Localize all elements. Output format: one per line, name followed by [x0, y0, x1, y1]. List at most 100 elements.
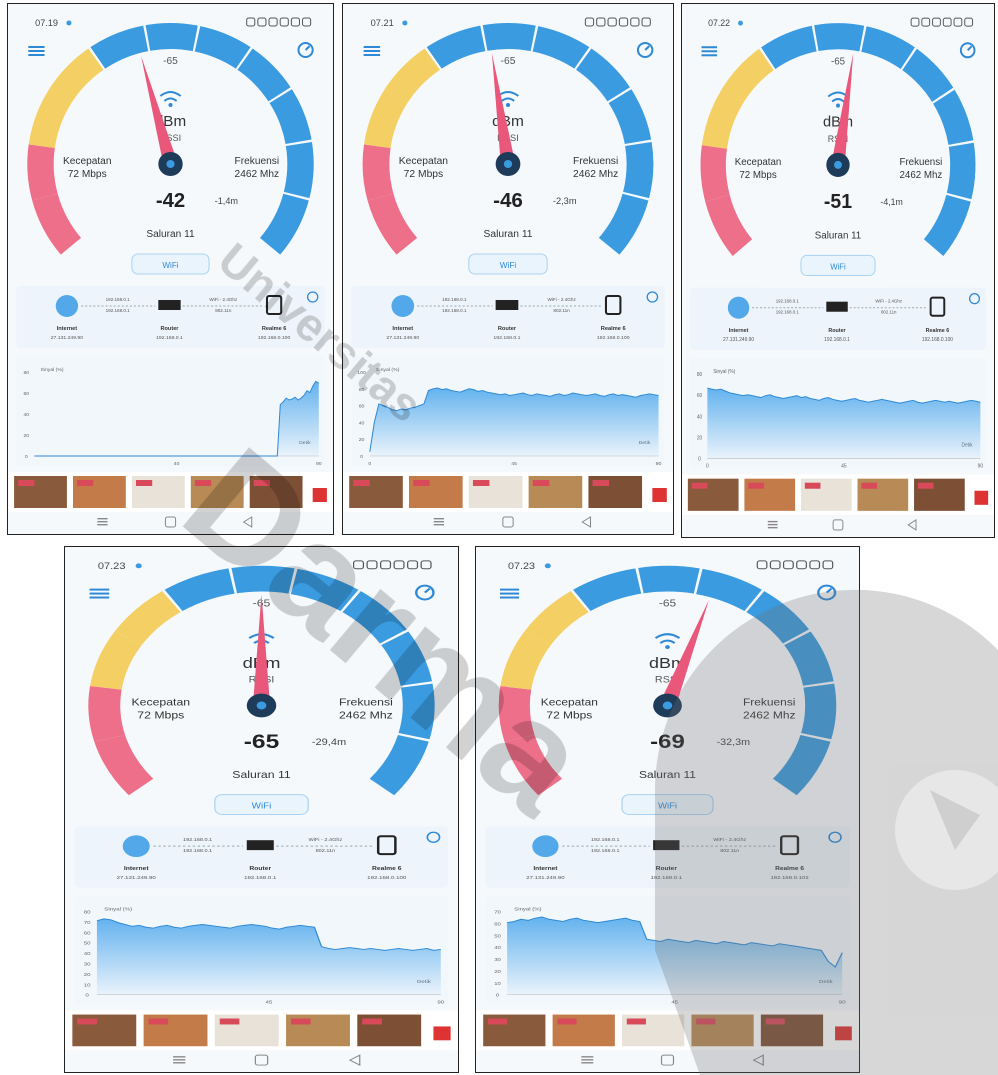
- wifi-button[interactable]: WiFi: [800, 254, 876, 277]
- chart-y-tick: 80: [23, 370, 29, 376]
- ad-shop-icon[interactable]: [974, 490, 989, 505]
- ad-thumbnail[interactable]: [409, 476, 463, 508]
- ad-thumbnail[interactable]: [14, 476, 67, 508]
- ad-shop-icon[interactable]: [835, 1026, 852, 1041]
- ad-thumbnail[interactable]: [588, 476, 643, 508]
- wifi-button[interactable]: WiFi: [214, 794, 309, 815]
- ad-thumbnail[interactable]: [73, 476, 126, 508]
- chart-y-tick: 40: [494, 946, 501, 951]
- frequency-value: 2462 Mhz: [573, 169, 618, 180]
- wifi-button[interactable]: WiFi: [131, 253, 210, 275]
- speed-title: Kecepatan: [131, 697, 190, 708]
- recent-apps-icon[interactable]: [767, 520, 778, 529]
- chart-x-tick: 90: [839, 1000, 846, 1005]
- chart-y-label: Sinyal (%): [41, 367, 64, 373]
- ad-shop-icon[interactable]: [433, 1026, 451, 1041]
- chart-x-tick: 90: [316, 461, 322, 467]
- chart-y-tick: 60: [494, 922, 501, 927]
- ad-thumbnail[interactable]: [744, 478, 796, 511]
- chart-y-tick: 30: [84, 962, 91, 967]
- ad-thumbnail[interactable]: [349, 476, 403, 508]
- ad-thumbnail[interactable]: [357, 1014, 422, 1047]
- chart-y-tick: 20: [697, 435, 703, 441]
- frequency-title: Frekuensi: [235, 156, 280, 167]
- chart-y-tick: 30: [494, 957, 501, 962]
- wifi-button[interactable]: WiFi: [621, 794, 714, 815]
- menu-icon[interactable]: [701, 46, 718, 57]
- wifi-button-label[interactable]: WiFi: [658, 801, 677, 810]
- ad-banner[interactable]: [65, 1010, 458, 1051]
- recent-apps-icon[interactable]: [433, 518, 445, 526]
- menu-icon[interactable]: [363, 46, 381, 56]
- status-dot-icon: [544, 563, 551, 569]
- wifi-button-label[interactable]: WiFi: [162, 261, 178, 270]
- distance-value: -32,3m: [717, 738, 750, 748]
- ad-thumbnail[interactable]: [483, 1014, 546, 1047]
- ad-thumbnail[interactable]: [249, 476, 303, 508]
- ad-thumbnail[interactable]: [687, 478, 739, 511]
- ad-thumbnail[interactable]: [286, 1014, 350, 1047]
- globe-icon: [727, 296, 750, 319]
- chart-y-tick: 100: [357, 370, 366, 376]
- link-wifi-label: WiFi - 2.4Ghz: [308, 838, 342, 843]
- menu-icon[interactable]: [499, 588, 520, 599]
- status-time: 07.23: [508, 562, 535, 572]
- ad-banner[interactable]: [476, 1010, 859, 1051]
- ad-thumbnail[interactable]: [190, 476, 244, 508]
- ad-thumbnail[interactable]: [760, 1014, 824, 1047]
- frequency-value: 2462 Mhz: [235, 169, 280, 180]
- device-label: Realme 6: [262, 326, 286, 332]
- wifi-button[interactable]: WiFi: [468, 253, 548, 275]
- ad-thumbnail[interactable]: [143, 1014, 208, 1047]
- ad-thumbnail[interactable]: [691, 1014, 754, 1047]
- ad-banner[interactable]: [682, 474, 994, 515]
- chart-x-tick: 90: [437, 1000, 444, 1005]
- chart-y-tick: 60: [84, 931, 91, 936]
- chart-y-tick: 40: [359, 420, 365, 426]
- internet-ip: 27.131.249.90: [526, 875, 564, 880]
- ad-banner[interactable]: [8, 472, 333, 512]
- frequency-title: Frekuensi: [743, 697, 795, 708]
- device-ip: 192.168.0.102: [770, 875, 808, 880]
- link-wifi-label: WiFi - 2.4Ghz: [713, 838, 746, 843]
- router-ip: 192.168.0.1: [651, 875, 683, 880]
- wifi-button-label[interactable]: WiFi: [500, 261, 517, 270]
- phone-screenshot-3: 07.22-65dBmRSSIKecepatan72 MbpsFrekuensi…: [681, 3, 995, 538]
- link-gateway-label-2: 192.168.0.1: [106, 308, 131, 313]
- distance-value: -4,1m: [880, 197, 902, 207]
- recent-apps-icon[interactable]: [97, 518, 108, 526]
- channel-label: Saluran 11: [146, 229, 195, 240]
- menu-icon[interactable]: [89, 588, 110, 599]
- channel-label: Saluran 11: [639, 770, 696, 781]
- router-icon: [158, 300, 181, 310]
- ad-thumbnail[interactable]: [72, 1014, 137, 1047]
- ad-thumbnail[interactable]: [800, 478, 852, 511]
- router-label: Router: [656, 866, 678, 871]
- internet-label: Internet: [392, 326, 413, 332]
- ad-thumbnail[interactable]: [857, 478, 909, 511]
- router-icon: [653, 840, 680, 851]
- ad-thumbnail[interactable]: [914, 478, 965, 511]
- ad-thumbnail[interactable]: [552, 1014, 615, 1047]
- channel-label: Saluran 11: [815, 230, 862, 241]
- ad-shop-icon[interactable]: [312, 488, 327, 502]
- chart-x-tick: 0: [706, 464, 709, 470]
- ad-shop-icon[interactable]: [652, 488, 667, 502]
- internet-label: Internet: [533, 866, 557, 871]
- recent-apps-icon[interactable]: [581, 1056, 594, 1064]
- wifi-button-label[interactable]: WiFi: [830, 262, 846, 271]
- recent-apps-icon[interactable]: [173, 1056, 186, 1064]
- ad-thumbnail[interactable]: [214, 1014, 279, 1047]
- ad-thumbnail[interactable]: [131, 476, 185, 508]
- frequency-value: 2462 Mhz: [339, 710, 393, 721]
- ad-thumbnail[interactable]: [528, 476, 583, 508]
- navigation-bar: [8, 514, 333, 534]
- ad-thumbnail[interactable]: [622, 1014, 685, 1047]
- ad-thumbnail[interactable]: [468, 476, 523, 508]
- menu-icon[interactable]: [28, 46, 45, 56]
- wifi-button-label[interactable]: WiFi: [252, 801, 272, 810]
- internet-label: Internet: [729, 328, 749, 334]
- speed-value: 72 Mbps: [404, 169, 444, 180]
- ad-banner[interactable]: [343, 472, 673, 512]
- chart-y-label: Sinyal (%): [104, 907, 132, 912]
